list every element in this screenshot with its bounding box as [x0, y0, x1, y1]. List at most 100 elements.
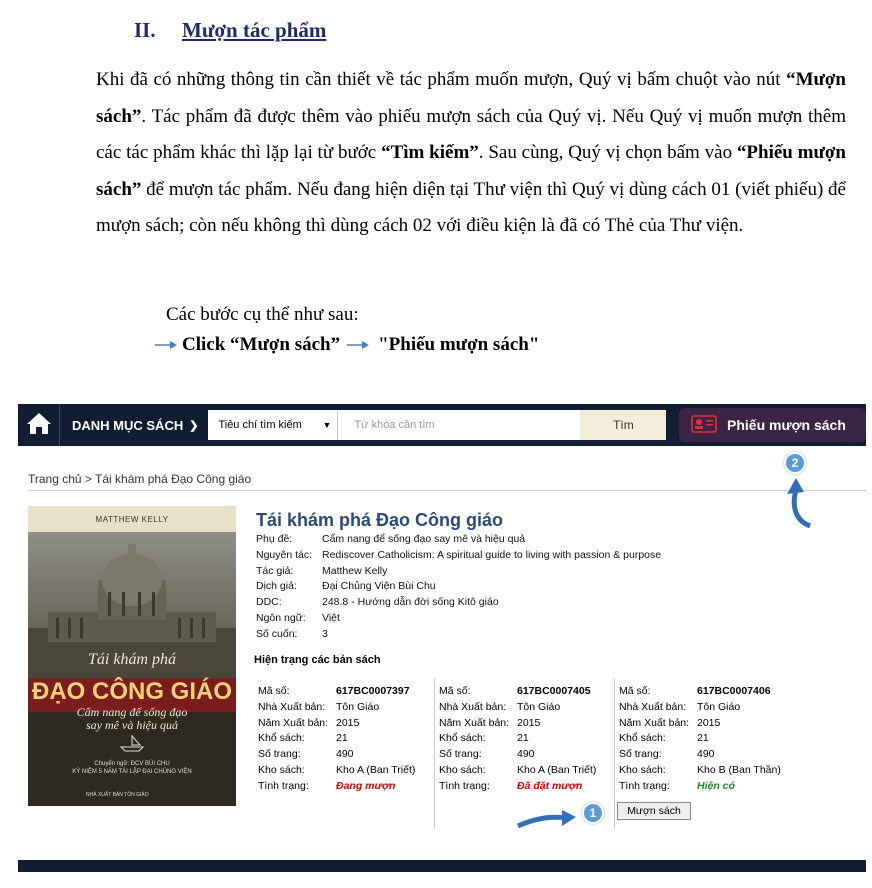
breadcrumb: Trang chủ > Tái khám phá Đạo Công giáo: [28, 472, 252, 486]
copy-row: Số trang: 490: [619, 747, 794, 763]
keyword-search-input[interactable]: [338, 410, 581, 440]
copy-label: Năm Xuất bản:: [439, 716, 510, 729]
cover-subtitle-line: say mê và hiệu quả: [86, 718, 178, 732]
copy-label: Kho sách:: [439, 763, 486, 776]
chevron-down-icon: ❯: [189, 419, 199, 432]
instruction-paragraph: Khi đã có những thông tin cần thiết về t…: [96, 62, 846, 245]
step-badge-2: 2: [784, 452, 806, 474]
copy-location: Kho B (Ban Thần): [697, 763, 781, 776]
dropdown-caret-icon: ▼: [322, 420, 332, 430]
book-title: Tái khám phá Đạo Công giáo: [256, 510, 504, 530]
copy-label: Khổ sách:: [439, 732, 486, 745]
loan-slip-button[interactable]: Phiếu mượn sách: [679, 408, 866, 442]
copy-row: Số trang: 490: [258, 747, 434, 763]
metadata-row: Phụ đề: Cẩm nang để sống đạo say mê và hi…: [256, 532, 661, 548]
copy-publisher: Tôn Giáo: [517, 700, 561, 713]
copy-size: 21: [336, 732, 348, 745]
metadata-row: Số cuốn: 3: [256, 627, 661, 643]
metadata-value: 248.8 - Hướng dẫn đời sống Kitô giáo: [322, 596, 499, 609]
copy-publisher: Tôn Giáo: [336, 700, 380, 713]
copy-pages: 490: [336, 748, 354, 761]
copy-label: Tình trạng:: [619, 779, 670, 792]
curved-arrow-up-icon: [784, 476, 814, 533]
search-button[interactable]: Tìm: [580, 410, 667, 440]
copies-heading: Hiện trạng các bản sách: [254, 654, 381, 666]
home-button[interactable]: [18, 404, 60, 446]
paragraph-text: Khi đã có những thông tin cần thiết về t…: [96, 69, 787, 90]
copy-row: Nhà Xuất bản: Tôn Giáo: [258, 700, 434, 716]
steps-line: Click “Mượn sách” "Phiếu mượn sách": [154, 334, 539, 356]
metadata-row: Tác giả: Matthew Kelly: [256, 564, 661, 580]
paragraph-text: để mượn tác phẩm. Nếu đang hiện diện tại…: [96, 178, 846, 237]
copy-label: Nhà Xuất bản:: [439, 700, 507, 713]
metadata-value: Việt: [322, 611, 340, 624]
copy-row: Mã số: 617BC0007406: [619, 684, 794, 700]
copy-code: 617BC0007405: [517, 685, 591, 697]
copy-row: Mã số: 617BC0007397: [258, 684, 434, 700]
metadata-value: Cẩm nang để sống đạo say mê và hiệu quả: [322, 533, 526, 545]
footer-bar: [18, 860, 866, 872]
metadata-label: DDC:: [256, 596, 282, 609]
copy-row: Kho sách: Kho B (Ban Thần): [619, 763, 794, 779]
metadata-label: Phụ đề:: [256, 533, 293, 545]
copy-row: Năm Xuất bản: 2015: [439, 716, 614, 732]
copy-size: 21: [517, 732, 529, 745]
copy-row: Số trang: 490: [439, 747, 614, 763]
copy-label: Mã số:: [258, 685, 290, 697]
copy-label: Tình trạng:: [258, 779, 309, 792]
copy-row: Kho sách: Kho A (Ban Triết): [439, 763, 614, 779]
catalog-menu-button[interactable]: DANH MỤC SÁCH ❯: [60, 404, 208, 446]
step-2-text: "Phiếu mượn sách": [378, 334, 540, 355]
copy-year: 2015: [517, 716, 541, 729]
copy-code: 617BC0007406: [697, 685, 771, 697]
cover-publisher: NHÀ XUẤT BẢN TÔN GIÁO: [86, 792, 149, 798]
paragraph-bold-search: “Tìm kiếm”: [381, 142, 479, 163]
borrow-button[interactable]: Mượn sách: [617, 802, 691, 820]
copy-row: Mã số: 617BC0007405: [439, 684, 614, 700]
curved-arrow-right-icon: [516, 808, 578, 833]
cover-main-title: ĐẠO CÔNG GIÁO: [31, 678, 232, 705]
loan-slip-label: Phiếu mượn sách: [727, 417, 846, 433]
copy-label: Năm Xuất bản:: [619, 716, 690, 729]
copy-label: Số trang:: [258, 748, 301, 761]
copy-pages: 490: [697, 748, 715, 761]
copies-table: Mã số: 617BC0007397 Nhà Xuất bản: Tôn Giáo N…: [254, 678, 794, 828]
copy-status: Đang mượn: [336, 779, 396, 792]
copy-size: 21: [697, 732, 709, 745]
copy-row: Tình trạng: Đã đặt mượn: [439, 779, 614, 795]
cover-fine-line: Chuyển ngữ: ĐCV BÙI CHU: [94, 761, 170, 767]
cover-italic-title: Tái khám phá: [88, 651, 176, 668]
copy-pages: 490: [517, 748, 535, 761]
copy-status: Hiện có: [697, 779, 735, 792]
boat-icon: [118, 734, 146, 757]
section-title: Mượn tác phẩm: [182, 18, 327, 42]
metadata-row: Nguyên tác: Rediscover Catholicism: A spi…: [256, 548, 661, 564]
copy-label: Khổ sách:: [619, 732, 666, 745]
copy-publisher: Tôn Giáo: [697, 700, 741, 713]
copy-label: Nhà Xuất bản:: [619, 700, 687, 713]
metadata-label: Ngôn ngữ:: [256, 611, 306, 624]
cover-fine-line: KỶ NIỆM 5 NĂM TÁI LẬP ĐẠI CHỦNG VIỆN: [72, 769, 192, 775]
copy-row: Nhà Xuất bản: Tôn Giáo: [619, 700, 794, 716]
arrow-right-icon: [346, 339, 370, 351]
copy-row: Nhà Xuất bản: Tôn Giáo: [439, 700, 614, 716]
copy-label: Số trang:: [439, 748, 482, 761]
loan-card-icon: [691, 414, 717, 436]
section-heading: II. Mượn tác phẩm: [134, 18, 326, 43]
arrow-right-icon: [154, 339, 178, 351]
metadata-value: Rediscover Catholicism: A spiritual guid…: [322, 548, 662, 561]
copy-location: Kho A (Ban Triết): [336, 763, 416, 776]
copy-row: Khổ sách: 21: [619, 731, 794, 747]
copy-row: Năm Xuất bản: 2015: [619, 716, 794, 732]
section-number: II.: [134, 18, 156, 42]
copy-label: Khổ sách:: [258, 732, 305, 745]
metadata-label: Tác giả:: [256, 564, 294, 577]
metadata-label: Số cuốn:: [256, 627, 298, 640]
copy-label: Nhà Xuất bản:: [258, 700, 326, 713]
metadata-row: DDC: 248.8 - Hướng dẫn đời sống Kitô giáo: [256, 595, 661, 611]
steps-intro: Các bước cụ thể như sau:: [166, 304, 359, 325]
search-criteria-select[interactable]: Tiêu chí tìm kiếm ▼: [208, 410, 339, 440]
copy-label: Kho sách:: [258, 763, 305, 776]
metadata-label: Dịch giả:: [256, 580, 297, 593]
catalog-label: DANH MỤC SÁCH: [72, 417, 184, 433]
